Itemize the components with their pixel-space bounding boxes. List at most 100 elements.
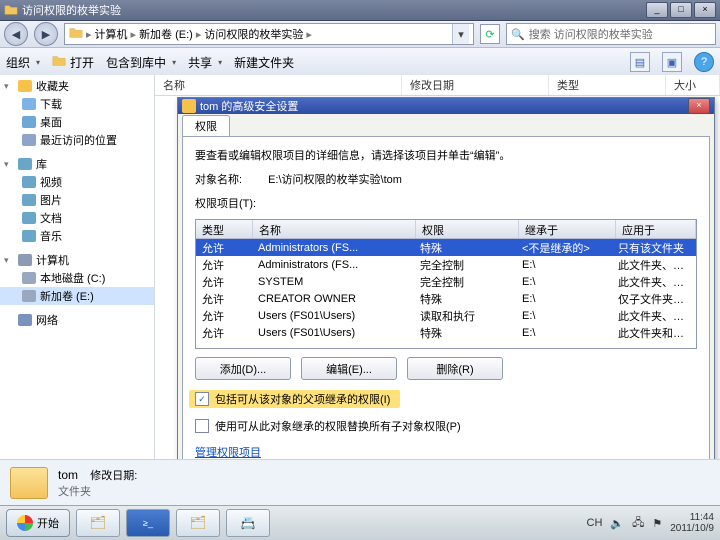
refresh-button[interactable]: ⟳ bbox=[480, 24, 500, 44]
breadcrumb-item[interactable]: 新加卷 (E:) bbox=[139, 26, 193, 42]
open-button[interactable]: 打开 bbox=[52, 54, 94, 71]
checkbox-icon: ✓ bbox=[195, 392, 209, 406]
breadcrumb-dropdown[interactable]: ▾ bbox=[452, 24, 469, 44]
share-menu[interactable]: 共享▾ bbox=[188, 54, 222, 71]
taskbar-explorer-button[interactable]: 🗂 bbox=[176, 509, 220, 537]
windows-logo-icon bbox=[17, 515, 33, 531]
dialog-title: tom 的高级安全设置 bbox=[200, 98, 298, 114]
details-date-label: 修改日期: bbox=[90, 470, 137, 482]
add-button[interactable]: 添加(D)... bbox=[195, 357, 291, 380]
col-apply[interactable]: 应用于 bbox=[616, 220, 696, 238]
column-size[interactable]: 大小 bbox=[666, 75, 720, 95]
new-folder-button[interactable]: 新建文件夹 bbox=[234, 54, 294, 71]
sidebar-item-recent[interactable]: 最近访问的位置 bbox=[0, 131, 154, 149]
manage-permissions-link[interactable]: 管理权限项目 bbox=[195, 444, 697, 460]
recent-icon bbox=[22, 134, 36, 146]
col-name[interactable]: 名称 bbox=[253, 220, 416, 238]
action-center-icon[interactable]: ⚑ bbox=[652, 517, 662, 530]
sidebar-item-pictures[interactable]: 图片 bbox=[0, 191, 154, 209]
nav-forward-button[interactable]: ▶ bbox=[34, 22, 58, 46]
sidebar-item-music[interactable]: 音乐 bbox=[0, 227, 154, 245]
ime-indicator[interactable]: CH bbox=[587, 517, 603, 529]
remove-button[interactable]: 删除(R) bbox=[407, 357, 503, 380]
dialog-close-button[interactable]: × bbox=[688, 98, 710, 114]
permission-list-label: 权限项目(T): bbox=[195, 195, 697, 211]
taskbar-powershell-button[interactable]: ≥_ bbox=[126, 509, 170, 537]
breadcrumb[interactable]: ▸ 计算机 ▸ 新加卷 (E:) ▸ 访问权限的枚举实验 ▸ ▾ bbox=[64, 23, 474, 45]
replace-child-permissions-checkbox[interactable]: 使用可从此对象继承的权限替换所有子对象权限(P) bbox=[195, 418, 697, 434]
column-type[interactable]: 类型 bbox=[549, 75, 666, 95]
permission-row[interactable]: 允许Users (FS01\Users)特殊E:\此文件夹和子文件夹... bbox=[196, 324, 696, 341]
music-icon bbox=[22, 230, 36, 242]
window-close-button[interactable]: × bbox=[694, 2, 716, 18]
col-inherited[interactable]: 继承于 bbox=[519, 220, 616, 238]
advanced-security-dialog: tom 的高级安全设置 × 权限 要查看或编辑权限项目的详细信息，请选择该项目并… bbox=[177, 97, 715, 475]
sidebar-group-computer[interactable]: ▾计算机 bbox=[0, 251, 154, 269]
checkbox-icon bbox=[195, 419, 209, 433]
window-minimize-button[interactable]: _ bbox=[646, 2, 668, 18]
sidebar-item-desktop[interactable]: 桌面 bbox=[0, 113, 154, 131]
sidebar-group-favorites[interactable]: ▾收藏夹 bbox=[0, 77, 154, 95]
dialog-instruction: 要查看或编辑权限项目的详细信息，请选择该项目并单击“编辑”。 bbox=[195, 147, 697, 163]
taskbar-clock[interactable]: 11:44 2011/10/9 bbox=[670, 512, 714, 534]
folder-icon bbox=[52, 54, 66, 71]
document-icon bbox=[22, 212, 36, 224]
start-button[interactable]: 开始 bbox=[6, 509, 70, 537]
preview-pane-button[interactable]: ▣ bbox=[662, 52, 682, 72]
file-list-pane: 名称 修改日期 类型 大小 tom 的高级安全设置 × 权限 要查看或编辑权限项… bbox=[155, 75, 720, 506]
disk-icon bbox=[22, 272, 36, 284]
sidebar-group-libraries[interactable]: ▾库 bbox=[0, 155, 154, 173]
permissions-header: 类型 名称 权限 继承于 应用于 bbox=[196, 220, 696, 239]
object-name-value: E:\访问权限的枚举实验\tom bbox=[268, 174, 402, 186]
sidebar-item-documents[interactable]: 文档 bbox=[0, 209, 154, 227]
permission-row[interactable]: 允许SYSTEM完全控制E:\此文件夹、子文件夹... bbox=[196, 273, 696, 290]
folder-icon bbox=[182, 99, 196, 113]
tab-permissions[interactable]: 权限 bbox=[182, 115, 230, 136]
tray-icon[interactable]: 🔈 bbox=[610, 517, 624, 530]
permissions-table[interactable]: 类型 名称 权限 继承于 应用于 允许Administrators (FS...… bbox=[195, 219, 697, 349]
search-icon: 🔍 bbox=[511, 28, 525, 41]
column-name[interactable]: 名称 bbox=[155, 75, 402, 95]
dialog-tabs: 权限 bbox=[178, 114, 714, 136]
file-list-header: 名称 修改日期 类型 大小 bbox=[155, 75, 720, 96]
sidebar-item-downloads[interactable]: 下载 bbox=[0, 95, 154, 113]
organize-menu[interactable]: 组织▾ bbox=[6, 54, 40, 71]
breadcrumb-item[interactable]: 计算机 bbox=[95, 26, 128, 42]
video-icon bbox=[22, 176, 36, 188]
permission-row[interactable]: 允许CREATOR OWNER特殊E:\仅子文件夹和文件... bbox=[196, 290, 696, 307]
permission-row[interactable]: 允许Administrators (FS...特殊<不是继承的>只有该文件夹 bbox=[196, 239, 696, 256]
sidebar-item-disk-c[interactable]: 本地磁盘 (C:) bbox=[0, 269, 154, 287]
search-placeholder: 搜索 访问权限的枚举实验 bbox=[529, 26, 653, 42]
address-bar: ◀ ▶ ▸ 计算机 ▸ 新加卷 (E:) ▸ 访问权限的枚举实验 ▸ ▾ ⟳ 🔍… bbox=[0, 21, 720, 48]
disk-icon bbox=[22, 290, 36, 302]
view-options-button[interactable]: ▤ bbox=[630, 52, 650, 72]
library-icon bbox=[18, 158, 32, 170]
col-perm[interactable]: 权限 bbox=[416, 220, 519, 238]
system-tray[interactable]: CH 🔈 🖧 ⚑ 11:44 2011/10/9 bbox=[587, 512, 714, 534]
taskbar-app-button[interactable]: 📇 bbox=[226, 509, 270, 537]
help-button[interactable]: ? bbox=[694, 52, 714, 72]
edit-button[interactable]: 编辑(E)... bbox=[301, 357, 397, 380]
permission-row[interactable]: 允许Users (FS01\Users)读取和执行E:\此文件夹、子文件夹... bbox=[196, 307, 696, 324]
sidebar-item-videos[interactable]: 视频 bbox=[0, 173, 154, 191]
download-icon bbox=[22, 98, 36, 110]
sidebar-group-network[interactable]: 网络 bbox=[0, 311, 154, 329]
sidebar-item-disk-e[interactable]: 新加卷 (E:) bbox=[0, 287, 154, 305]
tray-icon[interactable]: 🖧 bbox=[632, 514, 644, 533]
explorer-toolbar: 组织▾ 打开 包含到库中▾ 共享▾ 新建文件夹 ▤ ▣ ? bbox=[0, 48, 720, 77]
window-maximize-button[interactable]: □ bbox=[670, 2, 692, 18]
col-type[interactable]: 类型 bbox=[196, 220, 253, 238]
computer-icon bbox=[18, 254, 32, 266]
include-menu[interactable]: 包含到库中▾ bbox=[106, 54, 176, 71]
taskbar: 开始 🗂 ≥_ 🗂 📇 CH 🔈 🖧 ⚑ 11:44 2011/10/9 bbox=[0, 505, 720, 540]
taskbar-libraries-button[interactable]: 🗂 bbox=[76, 509, 120, 537]
nav-back-button[interactable]: ◀ bbox=[4, 22, 28, 46]
inherit-from-parent-checkbox[interactable]: ✓ 包括可从该对象的父项继承的权限(I) bbox=[189, 390, 400, 408]
details-type: 文件夹 bbox=[58, 483, 137, 499]
permission-row[interactable]: 允许Administrators (FS...完全控制E:\此文件夹、子文件夹.… bbox=[196, 256, 696, 273]
window-title: 访问权限的枚举实验 bbox=[22, 2, 644, 18]
column-date[interactable]: 修改日期 bbox=[402, 75, 549, 95]
search-input[interactable]: 🔍 搜索 访问权限的枚举实验 bbox=[506, 23, 716, 45]
breadcrumb-item[interactable]: 访问权限的枚举实验 bbox=[204, 26, 303, 42]
folder-icon bbox=[4, 3, 18, 17]
